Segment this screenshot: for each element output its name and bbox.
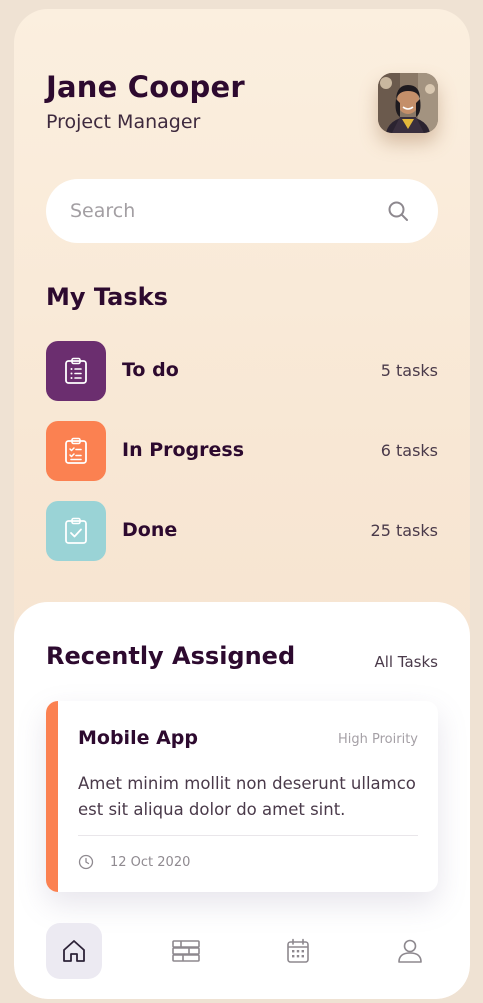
clipboard-check-icon xyxy=(65,517,87,544)
board-icon xyxy=(172,940,200,962)
card-divider xyxy=(78,835,418,836)
avatar-photo xyxy=(378,73,438,133)
bottom-sheet: Recently Assigned All Tasks Mobile App H… xyxy=(14,602,470,999)
avatar[interactable] xyxy=(378,73,438,133)
app-screen: Jane Cooper Project Manager My Tasks xyxy=(14,9,470,999)
task-card[interactable]: Mobile App High Proirity Amet minim moll… xyxy=(46,701,438,892)
task-count: 6 tasks xyxy=(380,441,438,460)
bottom-nav xyxy=(14,923,470,983)
done-tile xyxy=(46,501,106,561)
profile-name: Jane Cooper xyxy=(46,70,245,104)
task-category-done[interactable]: Done 25 tasks xyxy=(46,501,438,561)
task-label: Done xyxy=(122,519,178,541)
home-icon xyxy=(63,940,85,962)
todo-tile xyxy=(46,341,106,401)
card-accent-bar xyxy=(46,701,58,892)
priority-label: High Proirity xyxy=(338,732,418,747)
task-category-in-progress[interactable]: In Progress 6 tasks xyxy=(46,421,438,481)
nav-calendar[interactable] xyxy=(270,923,326,979)
search-bar[interactable] xyxy=(46,179,438,243)
card-title: Mobile App xyxy=(78,727,198,749)
task-count: 5 tasks xyxy=(380,361,438,380)
nav-home[interactable] xyxy=(46,923,102,979)
my-tasks-title: My Tasks xyxy=(46,283,168,311)
search-input[interactable] xyxy=(70,195,370,227)
task-category-todo[interactable]: To do 5 tasks xyxy=(46,341,438,401)
task-label: To do xyxy=(122,359,179,381)
all-tasks-link[interactable]: All Tasks xyxy=(374,653,438,671)
task-label: In Progress xyxy=(122,439,245,461)
task-count: 25 tasks xyxy=(370,521,438,540)
profile-role: Project Manager xyxy=(46,111,201,133)
clipboard-progress-icon xyxy=(65,437,87,464)
clock-icon xyxy=(78,854,94,870)
card-description: Amet minim mollit non deserunt ullamco e… xyxy=(78,774,416,819)
in-progress-tile xyxy=(46,421,106,481)
recently-assigned-title: Recently Assigned xyxy=(46,642,296,670)
calendar-icon xyxy=(287,938,309,963)
nav-profile[interactable] xyxy=(382,923,438,979)
card-date: 12 Oct 2020 xyxy=(110,855,191,870)
nav-board[interactable] xyxy=(158,923,214,979)
profile-icon xyxy=(398,939,422,963)
search-icon[interactable] xyxy=(386,199,410,223)
clipboard-list-icon xyxy=(65,357,87,384)
